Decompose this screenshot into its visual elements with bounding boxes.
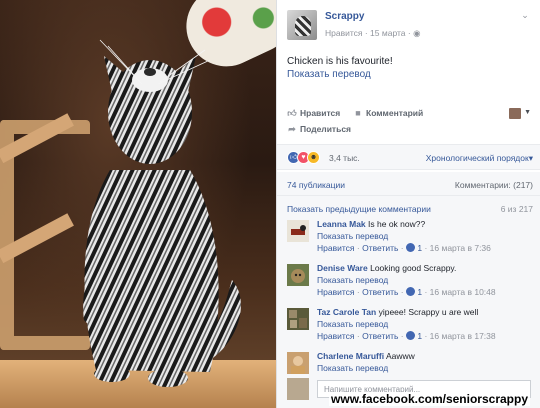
commenter-name[interactable]: Denise Ware (317, 263, 368, 273)
page-name-link[interactable]: Scrappy (325, 11, 364, 22)
like-count-icon (405, 287, 415, 296)
commenter-avatar[interactable] (287, 220, 309, 242)
comment-time[interactable]: 16 марта в 17:38 (430, 331, 496, 341)
comment-reply-link[interactable]: Ответить (362, 287, 398, 297)
comment-like-link[interactable]: Нравится (317, 331, 355, 341)
commenter-name[interactable]: Charlene Maruffi (317, 351, 384, 361)
commenter-name[interactable]: Taz Carole Tan (317, 307, 376, 317)
comment-text: Looking good Scrappy. (370, 263, 457, 273)
show-previous-comments-link[interactable]: Показать предыдущие комментарии (287, 204, 431, 214)
like-button[interactable]: 👍︎ Нравится (287, 108, 340, 118)
share-button[interactable]: ➦ Поделиться (287, 124, 351, 134)
commenter-avatar[interactable] (287, 352, 309, 374)
comments-total: Комментарии: (217) (454, 180, 533, 190)
chevron-down-icon[interactable]: ⌄ (519, 10, 531, 22)
comment-like-link[interactable]: Нравится (317, 243, 355, 253)
like-label: Нравится (300, 108, 341, 118)
like-count-icon (405, 243, 415, 252)
comment-text: Aawww (385, 351, 415, 361)
show-translation-link[interactable]: Показать перевод (317, 230, 533, 242)
thumbs-up-icon: 👍︎ (287, 108, 297, 118)
comments-shown-count: 6 из 217 (500, 204, 533, 214)
post-panel: Scrappy Нравится · 15 марта · ◉ ⌄ Chicke… (276, 0, 540, 408)
haha-reaction-icon: ☻ (307, 151, 320, 164)
globe-icon: ◉ (413, 28, 421, 38)
comment-text: yipeee! Scrappy u are well (378, 307, 479, 317)
share-label: Поделиться (300, 124, 352, 134)
page-avatar[interactable] (287, 10, 317, 40)
show-translation-link[interactable]: Показать перевод (317, 274, 533, 286)
reaction-icons[interactable]: 👍︎ ♥ ☻ (287, 151, 320, 164)
comment-item: Leanna Mak Is he ok now?? Показать перев… (287, 218, 535, 264)
comment-time[interactable]: 16 марта в 10:48 (430, 287, 496, 297)
comment-button[interactable]: ■ Комментарий (353, 108, 423, 118)
comment-actions: Нравится · Ответить · 1 · 16 марта в 17:… (317, 331, 496, 341)
show-translation-link[interactable]: Показать перевод (287, 69, 371, 80)
comment-reply-link[interactable]: Ответить (362, 243, 398, 253)
comment-text: Is he ok now?? (368, 219, 426, 229)
comment-body: Denise Ware Looking good Scrappy. Показа… (317, 262, 533, 298)
share-arrow-icon: ➦ (288, 124, 296, 134)
comment-actions: Нравится · Ответить · 1 · 16 марта в 7:3… (317, 243, 491, 253)
comment-time[interactable]: 16 марта в 7:36 (430, 243, 491, 253)
like-count-icon (405, 331, 415, 340)
comment-like-link[interactable]: Нравится (317, 287, 355, 297)
comment-item: Taz Carole Tan yipeee! Scrappy u are wel… (287, 306, 535, 352)
share-comment-counts: 74 публикации Комментарии: (217) (277, 172, 540, 196)
reactions-bar: 👍︎ ♥ ☻ 3,4 тыс. Хронологический порядок▾ (277, 144, 540, 170)
comment-item: Denise Ware Looking good Scrappy. Показа… (287, 262, 535, 308)
comment-actions: Нравится · Ответить · 1 · 16 марта в 10:… (317, 287, 496, 297)
commenter-avatar[interactable] (287, 308, 309, 330)
comment-body: Charlene Maruffi Aawww Показать перевод (317, 350, 533, 374)
post-header: Scrappy Нравится · 15 марта · ◉ ⌄ (287, 8, 531, 42)
show-translation-link[interactable]: Показать перевод (317, 318, 533, 330)
post-photo[interactable] (0, 0, 276, 408)
commenter-avatar[interactable] (287, 264, 309, 286)
post-date[interactable]: Нравится · 15 марта · (325, 28, 413, 38)
post-meta: Нравится · 15 марта · ◉ (325, 28, 421, 39)
comment-body: Taz Carole Tan yipeee! Scrappy u are wel… (317, 306, 533, 342)
my-avatar (287, 378, 309, 400)
watermark-url: www.facebook.com/seniorscrappy (329, 392, 530, 406)
publications-link[interactable]: 74 публикации (287, 180, 345, 190)
commenter-name[interactable]: Leanna Mak (317, 219, 366, 229)
show-translation-link[interactable]: Показать перевод (317, 362, 533, 374)
post-actions: 👍︎ Нравится ■ Комментарий ➦ Поделиться ▼ (287, 108, 531, 138)
post-text: Chicken is his favourite! (287, 56, 393, 67)
reaction-count[interactable]: 3,4 тыс. (329, 153, 360, 163)
comment-reply-link[interactable]: Ответить (362, 331, 398, 341)
acting-as-avatar[interactable] (509, 108, 521, 119)
order-label: Хронологический порядок (425, 153, 529, 163)
chevron-down-icon[interactable]: ▼ (524, 109, 531, 116)
speech-bubble-icon: ■ (355, 108, 361, 118)
comments-section: Показать предыдущие комментарии 6 из 217… (277, 196, 540, 408)
comment-order-dropdown[interactable]: Хронологический порядок▾ (426, 153, 533, 164)
comment-label: Комментарий (366, 108, 424, 118)
cat-illustration (83, 39, 241, 387)
comment-body: Leanna Mak Is he ok now?? Показать перев… (317, 218, 533, 254)
